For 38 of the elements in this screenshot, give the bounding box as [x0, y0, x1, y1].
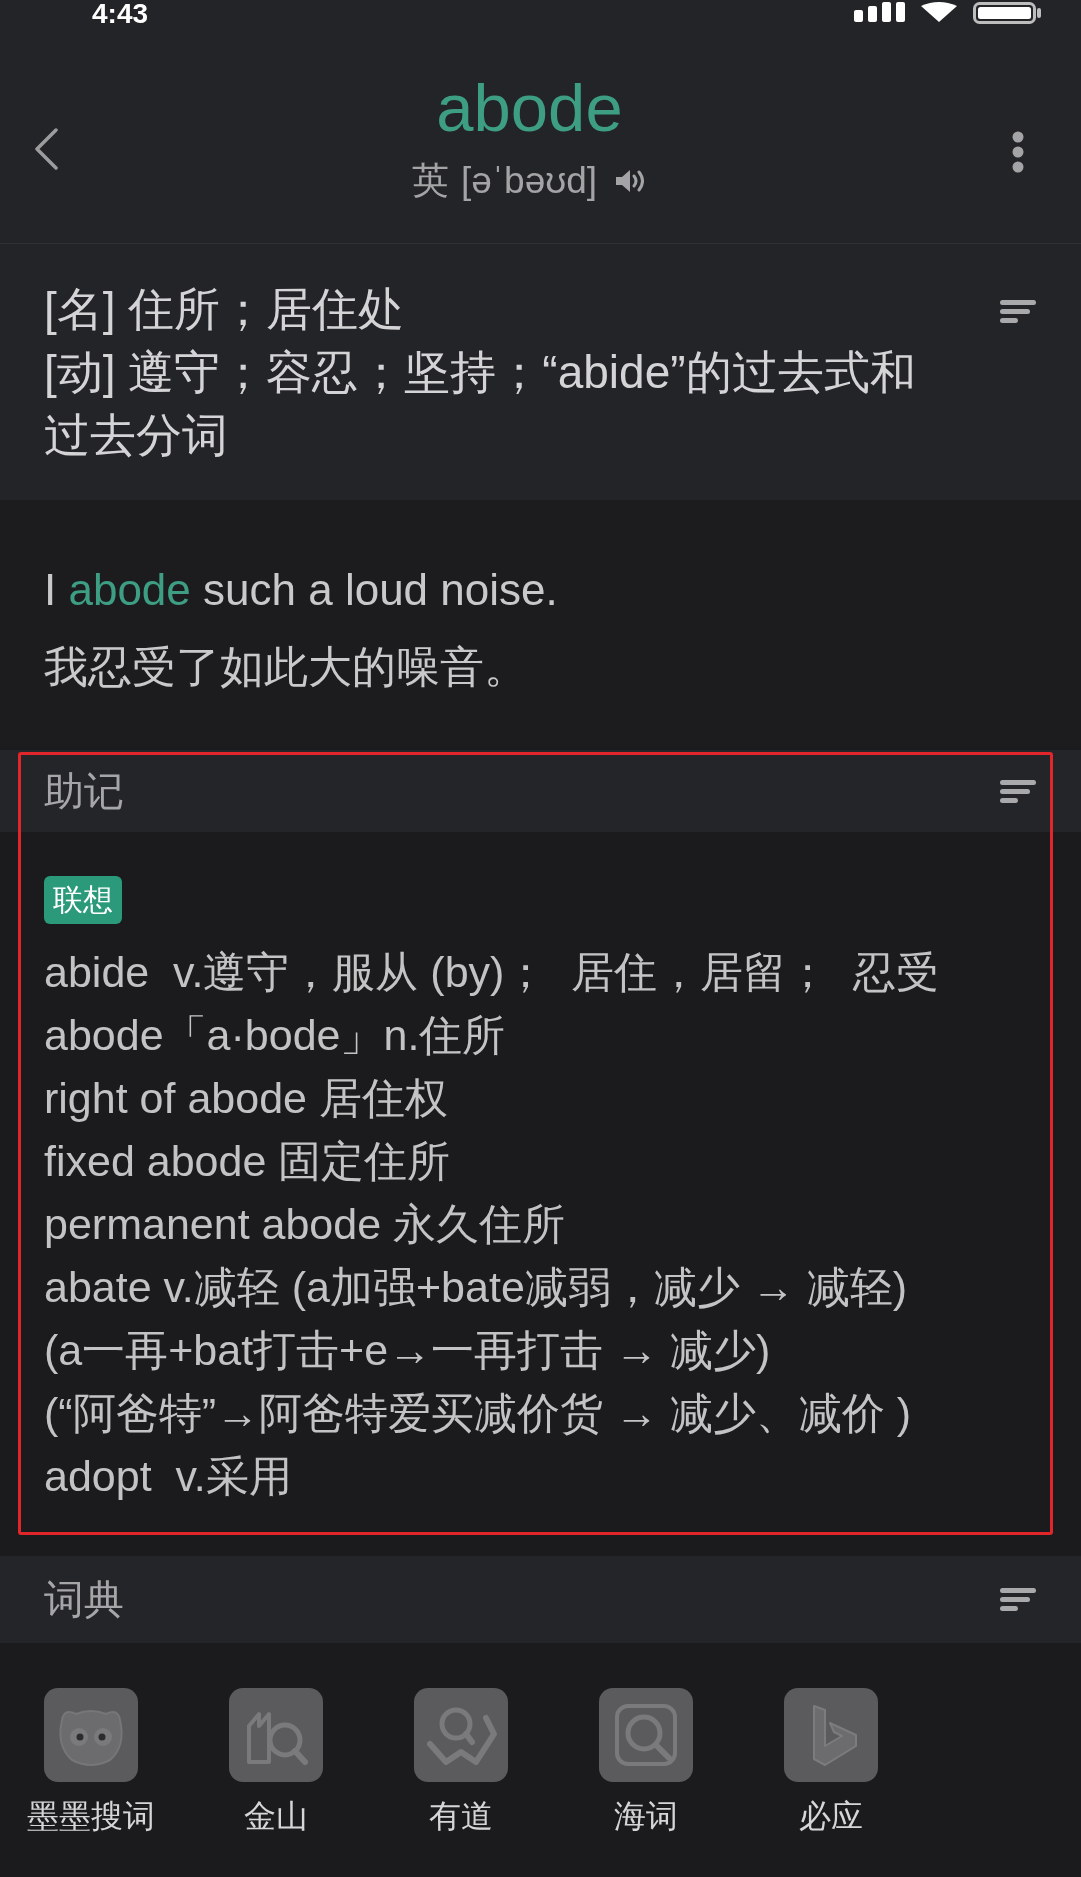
- dictionary-button[interactable]: 金山: [201, 1688, 351, 1836]
- mnemonic-text: adopt v.采用: [44, 1451, 292, 1502]
- magnifier-icon: [599, 1688, 693, 1782]
- mnemonic-text: fixed abode 固定住所: [44, 1136, 451, 1187]
- mnemonic-text: (“阿爸特”→阿爸特爱买减价货 → 减少、减价 ): [44, 1388, 912, 1439]
- sort-icon[interactable]: [1000, 300, 1036, 323]
- mnemonic-text: (a一再+bat打击+e→一再打击 → 减少): [44, 1325, 771, 1376]
- more-icon[interactable]: [1011, 131, 1025, 173]
- wifi-icon: [921, 2, 957, 22]
- status-time: 4:43: [92, 0, 149, 28]
- tag-badge: 联想: [44, 876, 122, 924]
- definition-text: [名] 住所；居住处: [44, 282, 406, 337]
- signal-icon: [854, 2, 905, 22]
- definition-text: [动] 遵守；容忍；坚持；“abide”的过去式和过去分词: [44, 345, 917, 463]
- mnemonic-text: abode「a·bode」n.住所: [44, 1010, 506, 1061]
- example-sentence: I abode such a loud noise.: [44, 564, 559, 616]
- mnemonic-text: abate v.减轻 (a加强+bate减弱，减少 → 减轻): [44, 1262, 907, 1313]
- dictionary-button[interactable]: 有道: [386, 1688, 536, 1836]
- section-title: 词典: [44, 1576, 124, 1623]
- battery-icon: [973, 2, 1041, 24]
- dictionary-button[interactable]: 墨墨搜词: [16, 1688, 166, 1836]
- mnemonic-text: right of abode 居住权: [44, 1073, 448, 1124]
- accent-label: 英: [411, 159, 449, 203]
- b-shape-icon: [784, 1688, 878, 1782]
- section-title: 助记: [44, 767, 124, 815]
- building-magnifier-icon: [229, 1688, 323, 1782]
- word-title: abode: [436, 72, 623, 144]
- sort-icon[interactable]: [1000, 779, 1036, 803]
- dictionary-button[interactable]: 必应: [756, 1688, 906, 1836]
- example-translation: 我忍受了如此大的噪音。: [44, 641, 529, 693]
- back-icon[interactable]: [34, 128, 59, 170]
- sort-icon[interactable]: [1000, 1588, 1036, 1611]
- phonetic-text: [əˈbəʊd]: [460, 160, 598, 202]
- dictionary-button[interactable]: 海词: [571, 1688, 721, 1836]
- owl-icon: [44, 1688, 138, 1782]
- mnemonic-text: permanent abode 永久住所: [44, 1199, 566, 1250]
- mnemonic-text: abide v.遵守，服从 (by)； 居住，居留； 忍受: [44, 947, 940, 998]
- magnifier-book-icon: [414, 1688, 508, 1782]
